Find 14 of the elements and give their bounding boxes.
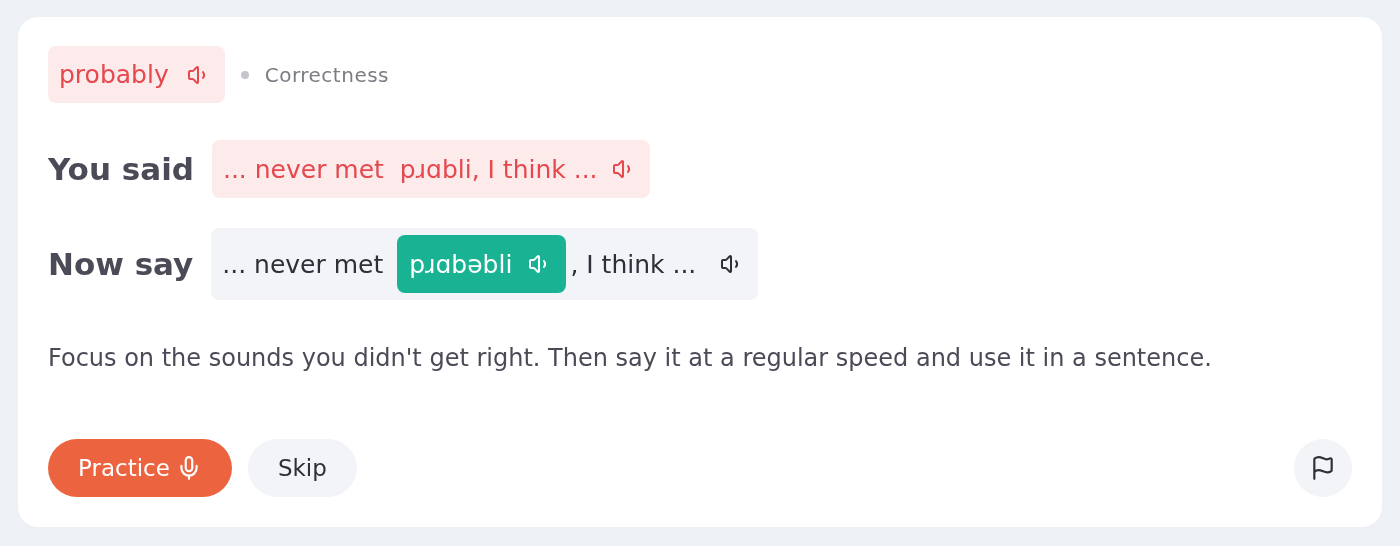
word-chip[interactable]: probably xyxy=(48,46,225,103)
practice-button[interactable]: Practice xyxy=(48,439,232,497)
you-said-label: You said xyxy=(48,151,194,187)
now-say-label: Now say xyxy=(48,246,194,282)
category-label: Correctness xyxy=(264,62,390,87)
hint-text: Focus on the sounds you didn't get right. Then say it at a regular speed and use it in a sentence. xyxy=(48,343,1213,374)
sentence-text: , I think ... xyxy=(570,249,697,279)
flag-icon xyxy=(1310,455,1336,481)
skip-button[interactable]: Skip xyxy=(247,439,357,497)
said-sentence-chip[interactable]: ... never met pɹɑbli, I think ... xyxy=(211,140,650,198)
sentence-text: ... never met xyxy=(222,249,384,279)
bullet-dot xyxy=(240,70,249,79)
target-word-chip[interactable]: pɹɑbəbli xyxy=(397,235,567,293)
said-sentence: ... never met pɹɑbli, I think ... xyxy=(222,154,598,184)
